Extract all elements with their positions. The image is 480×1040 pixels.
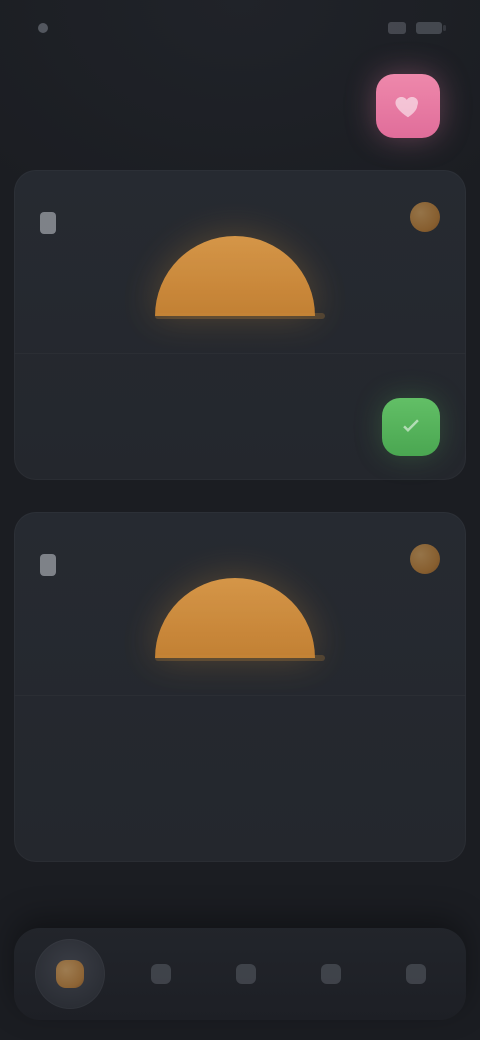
hero-wrap [40,578,440,661]
check-icon [403,419,419,432]
search-icon [235,964,256,984]
summary-card-1[interactable] [14,170,466,480]
sun-base [155,655,325,661]
card-top [40,194,440,234]
app-root [0,0,480,1040]
nav-grid[interactable] [132,945,190,1003]
bottom-nav [14,928,466,1020]
divider [14,353,466,354]
status-dot [38,23,48,33]
enable-toggle[interactable] [382,398,440,456]
sun-badge-icon [410,544,440,574]
document-icon [40,554,56,576]
sunrise-icon [155,578,325,661]
card-meta [40,554,68,576]
profile-icon [405,964,426,984]
document-icon [40,212,56,234]
status-left [38,23,58,33]
home-icon [56,960,85,988]
card-meta [40,212,68,234]
sun-badge-icon [410,202,440,232]
status-right [388,22,446,34]
nav-search[interactable] [217,945,275,1003]
stats-icon [320,964,341,984]
grid-icon [151,964,172,984]
favorite-button[interactable] [376,74,440,138]
signal-icon [388,22,406,34]
sun-shape [155,578,315,658]
status-bar [14,0,466,56]
nav-home[interactable] [35,939,106,1009]
card-row [40,398,440,456]
card-top [40,536,440,576]
divider [14,695,466,696]
header [14,74,466,138]
battery-icon [416,22,446,34]
sun-base [155,313,325,319]
sunrise-icon [155,236,325,319]
sun-shape [155,236,315,316]
nav-stats[interactable] [302,945,360,1003]
heart-icon [395,97,419,118]
hero-wrap [40,236,440,319]
nav-profile[interactable] [387,945,445,1003]
summary-card-2[interactable] [14,512,466,862]
